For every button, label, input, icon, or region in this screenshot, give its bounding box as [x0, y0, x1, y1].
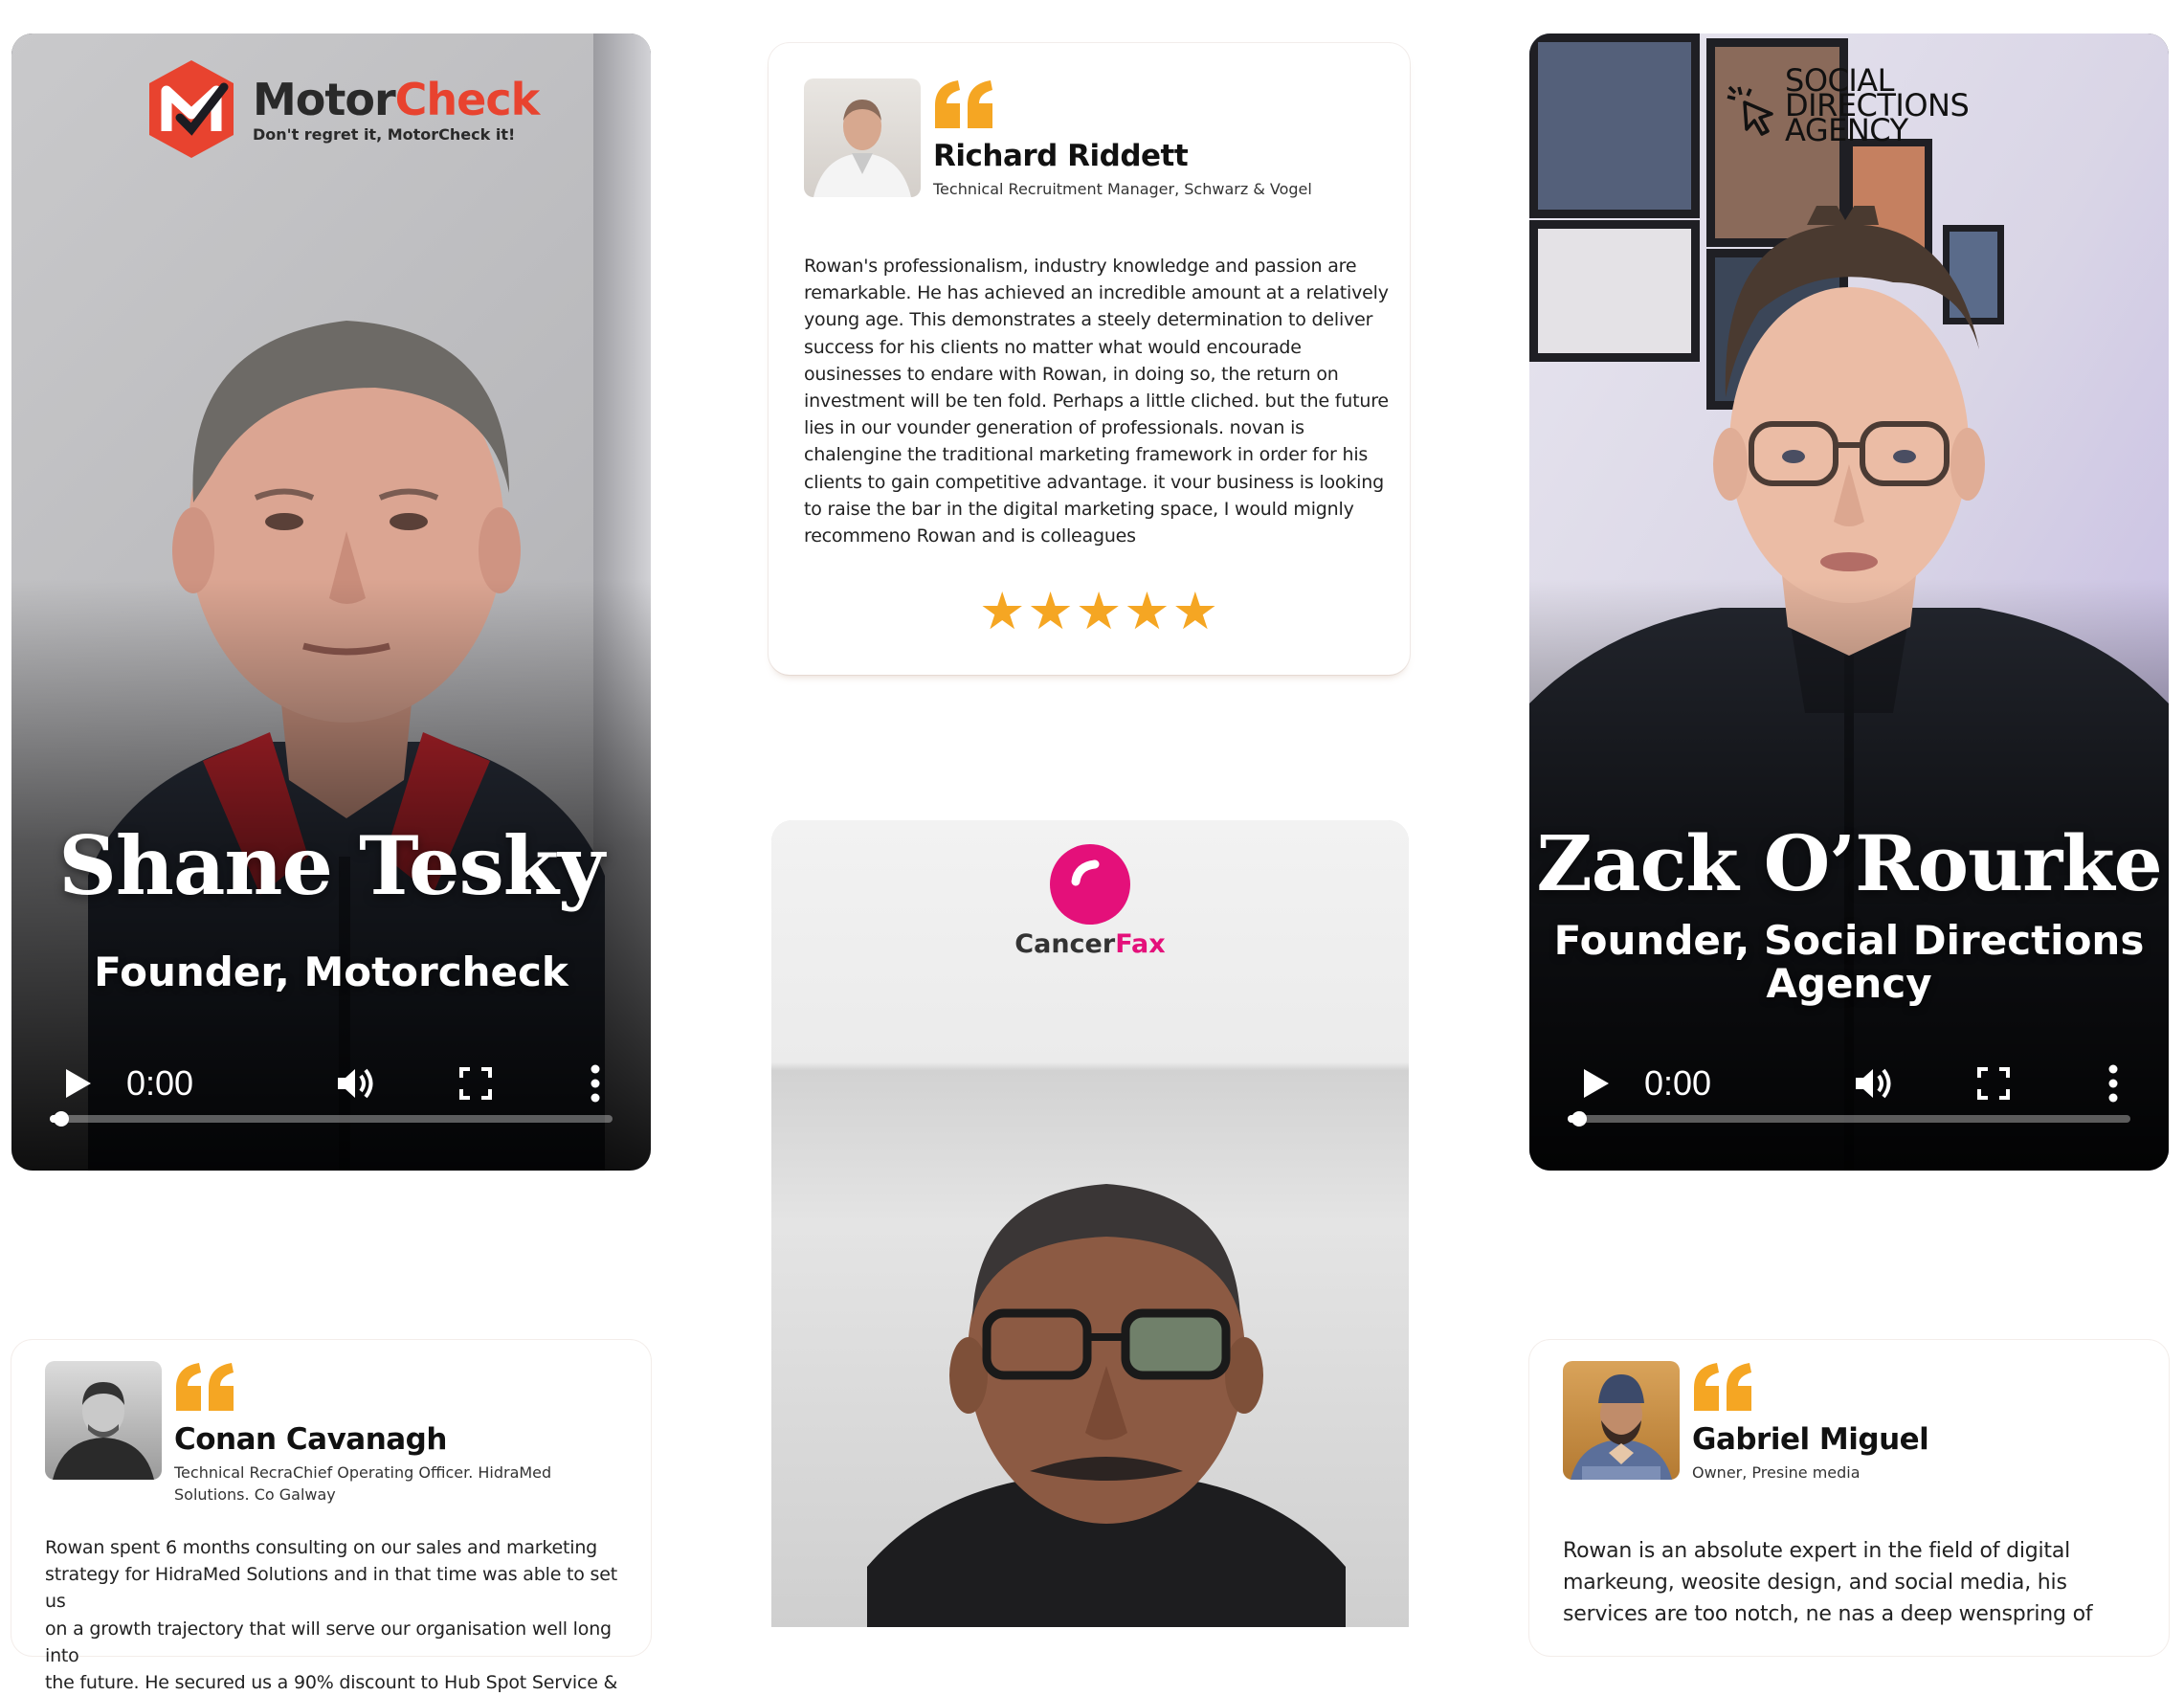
play-button[interactable] [1568, 1050, 1625, 1117]
role-line: Technical RecraChief Operating Officer. … [174, 1463, 552, 1482]
more-vertical-icon [2108, 1064, 2118, 1103]
motorcheck-logo: MotorCheck Don't regret it, MotorCheck i… [144, 56, 541, 162]
testimonial-line: Rowan's professionalism, industry knowle… [804, 256, 1357, 277]
more-options-button[interactable] [567, 1050, 624, 1117]
logo-word-fax: Fax [1115, 929, 1166, 959]
video-progress-bar[interactable] [1568, 1111, 2130, 1127]
person-role: Founder, Motorcheck [94, 948, 568, 995]
person-name-title: Zack O’Rourke [1536, 818, 2162, 908]
avatar [1563, 1361, 1680, 1480]
testimonial-author-role: Owner, Presine media [1692, 1463, 1861, 1482]
testimonial-line: the future. He secured us a 90% discount… [45, 1672, 618, 1694]
testimonial-line: investment will be ten fold. Perhaps a l… [804, 391, 1389, 413]
testimonial-line: ousinesses to endare with Rowan, in doin… [804, 363, 1339, 385]
testimonial-line: lies in our vounder generation of profes… [804, 417, 1304, 439]
testimonial-line: Rowan is an absolute expert in the field… [1563, 1539, 2071, 1563]
testimonial-card-conan-cavanagh: Conan Cavanagh Technical RecraChief Oper… [11, 1340, 651, 1693]
person-role-line-2: Agency [1766, 960, 1932, 1007]
testimonial-card-richard-riddett: Richard Riddett Technical Recruitment Ma… [769, 43, 1410, 675]
testimonial-line: young age. This demonstrates a steely de… [804, 309, 1373, 331]
video-card-shane-tesky[interactable]: MotorCheck Don't regret it, MotorCheck i… [11, 33, 651, 1171]
testimonial-line: markeung, weosite design, and social med… [1563, 1571, 2067, 1595]
fullscreen-button[interactable] [1965, 1050, 2022, 1117]
video-card-cancerfax[interactable]: CancerFax [771, 820, 1409, 1627]
cancerfax-logo: CancerFax [771, 843, 1409, 959]
testimonial-author-role: Technical RecraChief Operating Officer. … [174, 1462, 551, 1506]
person-name-title: Shane Tesky [58, 818, 605, 913]
testimonial-line: chalengine the traditional marketing fra… [804, 444, 1369, 466]
motorcheck-logo-icon [149, 60, 234, 158]
logo-tagline: Don't regret it, MotorCheck it! [253, 124, 516, 144]
testimonial-author-name: Richard Riddett [933, 139, 1189, 173]
testimonial-line: remarkable. He has achieved an incredibl… [804, 282, 1389, 304]
fullscreen-icon [1977, 1067, 2010, 1100]
fullscreen-icon [459, 1067, 492, 1100]
testimonial-author-name: Conan Cavanagh [174, 1422, 447, 1457]
person-role-line-1: Founder, Social Directions [1553, 917, 2145, 964]
video-controls: 0:00 [11, 1050, 651, 1117]
avatar [45, 1361, 162, 1480]
progress-handle[interactable] [53, 1111, 69, 1127]
testimonial-line: success for his clients no matter what w… [804, 336, 1302, 358]
video-controls: 0:00 [1529, 1050, 2169, 1117]
logo-word-motor: Motor [253, 73, 396, 125]
testimonial-body: Rowan's professionalism, industry knowle… [804, 253, 1397, 549]
volume-icon [1856, 1068, 1891, 1099]
testimonial-line: on a growth trajectory that will serve o… [45, 1618, 612, 1666]
more-options-button[interactable] [2084, 1050, 2142, 1117]
logo-word-cancer: Cancer [1014, 929, 1116, 959]
video-time: 0:00 [1644, 1063, 1712, 1103]
testimonial-body: Rowan spent 6 months consulting on our s… [45, 1534, 638, 1696]
video-card-zack-orourke[interactable]: SOCIAL DIRECTIONS AGENCY Zack O’Rourke F… [1529, 33, 2169, 1171]
testimonial-line: strategy for HidraMed Solutions and in t… [45, 1564, 617, 1613]
avatar [804, 78, 921, 197]
cursor-click-icon [1727, 85, 1773, 136]
quote-icon [935, 80, 992, 128]
testimonial-author-name: Gabriel Miguel [1692, 1422, 1929, 1457]
quote-icon [1694, 1363, 1751, 1411]
role-line: Solutions. Co Galway [174, 1485, 336, 1504]
star-rating: ★★★★★ [979, 581, 1221, 641]
volume-button[interactable] [327, 1050, 385, 1117]
logo-word-check: Check [394, 73, 541, 125]
testimonial-body: Rowan is an absolute expert in the field… [1563, 1535, 2156, 1630]
social-directions-logo: SOCIAL DIRECTIONS AGENCY [1724, 65, 1970, 145]
volume-icon [338, 1068, 373, 1099]
person-image [867, 1155, 1346, 1627]
video-progress-bar[interactable] [50, 1111, 613, 1127]
testimonial-line: clients to gain competitive advantage. i… [804, 471, 1384, 493]
fullscreen-button[interactable] [447, 1050, 504, 1117]
more-vertical-icon [591, 1064, 600, 1103]
video-time: 0:00 [126, 1063, 194, 1103]
testimonial-line: Rowan spent 6 months consulting on our s… [45, 1537, 598, 1558]
volume-button[interactable] [1845, 1050, 1903, 1117]
play-icon [66, 1069, 91, 1098]
wall-frame [1529, 33, 1700, 218]
progress-handle[interactable] [1571, 1111, 1587, 1127]
testimonial-author-role: Technical Recruitment Manager, Schwarz &… [933, 180, 1312, 198]
testimonial-line: services are too notch, ne nas a deep we… [1563, 1602, 2093, 1626]
play-icon [1584, 1069, 1609, 1098]
cancerfax-logo-icon [1050, 844, 1130, 925]
testimonial-line: to raise the bar in the digital marketin… [804, 498, 1354, 520]
quote-icon [176, 1363, 234, 1411]
testimonial-card-gabriel-miguel: Gabriel Miguel Owner, Presine media Rowa… [1529, 1340, 2169, 1656]
play-button[interactable] [50, 1050, 107, 1117]
testimonial-line: recommeno Rowan and is colleagues [804, 525, 1136, 547]
